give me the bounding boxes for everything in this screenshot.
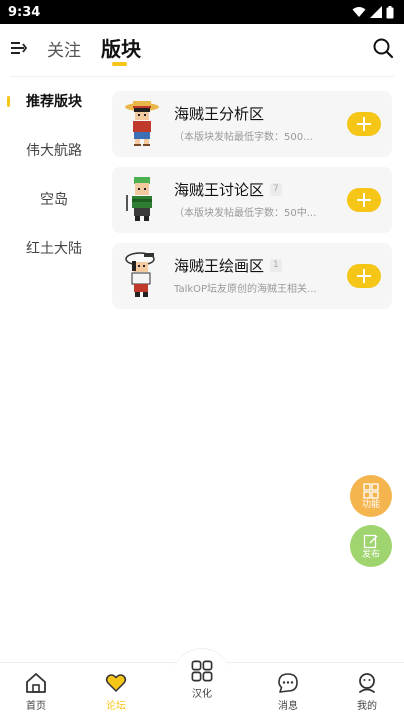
plus-icon <box>357 193 371 207</box>
board-title: 海贼王分析区 <box>174 103 264 124</box>
battery-icon <box>386 5 394 18</box>
board-name: 海贼王讨论区 <box>174 181 265 199</box>
board-card[interactable]: 海贼王讨论区 7 （本版块发帖最低字数：50中... <box>112 167 392 233</box>
sidebar-item-label: 空岛 <box>40 192 68 208</box>
nav-item-profile[interactable]: 我的 <box>337 672 397 712</box>
nav-item-home[interactable]: 首页 <box>6 672 66 712</box>
board-title: 海贼王讨论区 7 <box>174 179 282 200</box>
home-icon <box>26 673 46 693</box>
nav-item-messages[interactable]: 消息 <box>258 672 318 712</box>
sidebar-item-label: 推荐版块 <box>26 94 82 110</box>
post-fab-label: 发布 <box>361 549 380 560</box>
sidebar-item-grand-line[interactable]: 伟大航路 <box>0 126 108 174</box>
follow-board-button[interactable] <box>347 188 381 212</box>
pirate-avatar-icon <box>125 252 155 297</box>
board-title: 海贼王绘画区 1 <box>174 255 282 276</box>
edit-icon <box>363 534 378 548</box>
sidebar-item-label: 伟大航路 <box>26 143 82 159</box>
chat-bubble-icon <box>278 673 298 693</box>
tab-indicator <box>112 62 127 66</box>
follow-board-button[interactable] <box>347 112 381 136</box>
plus-icon <box>357 117 371 131</box>
board-description: TalkOP坛友原创的海贼王相关... <box>174 284 317 295</box>
follow-board-button[interactable] <box>347 264 381 288</box>
grid-icon <box>363 482 379 499</box>
tab-boards[interactable]: 版块 <box>101 33 141 62</box>
plus-icon <box>357 269 371 283</box>
search-icon[interactable] <box>372 37 394 59</box>
board-description: （本版块发帖最低字数：500... <box>174 132 313 143</box>
header: 关注 版块 <box>0 24 404 74</box>
status-bar: 9:34 <box>0 0 404 24</box>
signal-icon <box>370 6 382 18</box>
status-time: 9:34 <box>8 4 41 20</box>
board-count-badge: 7 <box>270 183 282 196</box>
board-card[interactable]: 海贼王绘画区 1 TalkOP坛友原创的海贼王相关... <box>112 243 392 309</box>
nav-label: 我的 <box>357 701 377 712</box>
sidebar-item-recommended[interactable]: 推荐版块 <box>0 77 108 125</box>
board-name: 海贼王分析区 <box>174 105 265 123</box>
board-count-badge: 1 <box>270 259 282 272</box>
wifi-icon <box>352 7 366 17</box>
sidebar-item-red-line[interactable]: 红土大陆 <box>0 224 108 272</box>
apps-grid-icon <box>191 660 213 682</box>
function-fab-label: 功能 <box>361 499 380 510</box>
board-card[interactable]: 海贼王分析区 （本版块发帖最低字数：500... <box>112 91 392 157</box>
status-icons <box>352 5 394 19</box>
zoro-avatar-icon <box>126 177 152 221</box>
nav-item-translation[interactable]: 汉化 <box>172 660 232 700</box>
board-description: （本版块发帖最低字数：50中... <box>174 208 317 219</box>
nav-label: 汉化 <box>192 689 212 700</box>
nav-item-forum[interactable]: 论坛 <box>86 672 146 712</box>
menu-icon[interactable] <box>10 39 28 57</box>
post-fab[interactable]: 发布 <box>350 525 392 567</box>
user-icon <box>359 673 375 693</box>
nav-label: 首页 <box>26 701 46 712</box>
board-name: 海贼王绘画区 <box>174 257 265 275</box>
nav-label: 消息 <box>278 701 298 712</box>
sidebar-item-label: 红土大陆 <box>26 241 82 257</box>
sidebar-active-indicator <box>7 96 10 107</box>
nav-label: 论坛 <box>106 701 126 712</box>
heart-icon <box>105 674 127 692</box>
function-fab[interactable]: 功能 <box>350 475 392 517</box>
luffy-avatar-icon <box>125 101 159 146</box>
sidebar-item-sky-island[interactable]: 空岛 <box>0 175 108 223</box>
tab-follow[interactable]: 关注 <box>47 36 81 61</box>
